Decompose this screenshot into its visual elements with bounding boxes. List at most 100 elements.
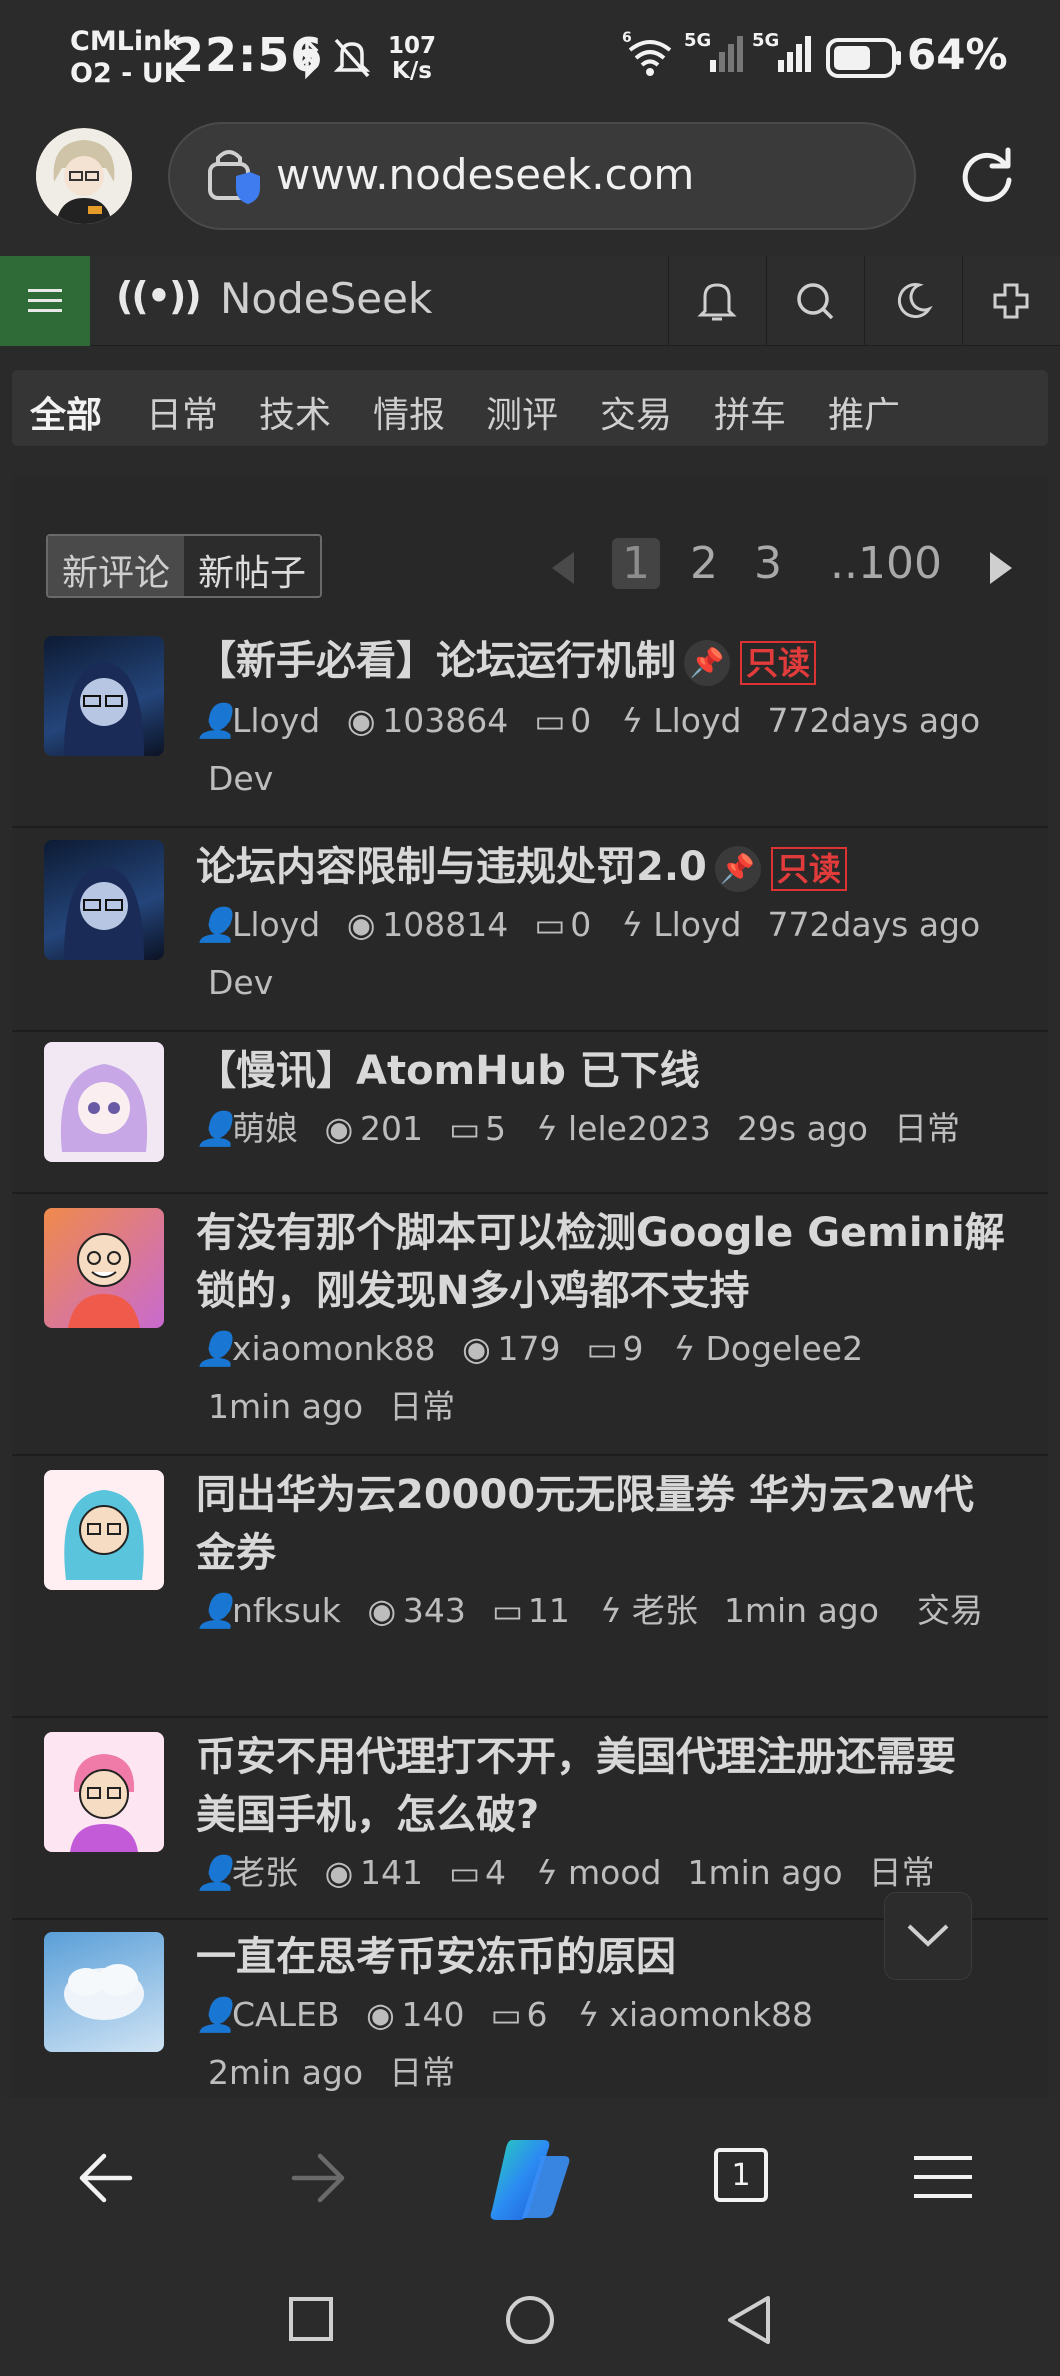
theme-toggle-button[interactable] bbox=[864, 256, 960, 346]
post-title[interactable]: 有没有那个脚本可以检测Google Gemini解 锁的，刚发现N多小鸡都不支持 bbox=[196, 1204, 1026, 1320]
eye-icon: ◉ bbox=[324, 1109, 354, 1148]
post-item[interactable]: 【新手必看】论坛运行机制 📌 只读 👤Lloyd ◉ 103864 ▭ 0 ϟ Lloyd 772… bbox=[12, 622, 1048, 828]
post-category[interactable]: Dev bbox=[208, 750, 273, 808]
next-page-icon[interactable] bbox=[986, 548, 1016, 588]
site-menu-button[interactable] bbox=[0, 256, 90, 346]
post-last-reply-name[interactable]: mood bbox=[568, 1853, 661, 1892]
post-author-name[interactable]: Lloyd bbox=[232, 701, 320, 740]
post-author-name[interactable]: CALEB bbox=[232, 1995, 340, 2034]
tabs-button[interactable]: 1 bbox=[714, 2148, 768, 2202]
signal-icon: 5G bbox=[684, 30, 743, 72]
post-item[interactable]: 论坛内容限制与违规处罚2.0 📌 只读 👤Lloyd ◉ 108814 ▭ 0 ϟ Lloyd 7… bbox=[12, 828, 1048, 1032]
post-author-name[interactable]: Lloyd bbox=[232, 905, 320, 944]
scroll-down-button[interactable] bbox=[884, 1892, 972, 1980]
post-author[interactable]: 👤nfksuk bbox=[196, 1582, 341, 1640]
url-text[interactable]: www.nodeseek.com bbox=[276, 150, 694, 199]
post-title-line-1[interactable]: 有没有那个脚本可以检测Google Gemini解 bbox=[196, 1204, 1026, 1262]
category-all[interactable]: 全部 bbox=[30, 386, 102, 438]
post-title[interactable]: 论坛内容限制与违规处罚2.0 📌 只读 bbox=[196, 838, 1026, 896]
post-last-reply-name[interactable]: xiaomonk88 bbox=[610, 1995, 813, 2034]
category-daily[interactable]: 日常 bbox=[146, 386, 218, 438]
post-author-name[interactable]: 老张 bbox=[232, 1853, 298, 1892]
post-last-reply[interactable]: ϟ mood bbox=[532, 1844, 661, 1902]
page-last[interactable]: ..100 bbox=[830, 538, 942, 589]
post-item[interactable]: 有没有那个脚本可以检测Google Gemini解 锁的，刚发现N多小鸡都不支持 … bbox=[12, 1194, 1048, 1456]
post-item[interactable]: 【慢讯】AtomHub 已下线 👤萌娘 ◉ 201 ▭ 5 ϟ lele2023 29s ag… bbox=[12, 1032, 1048, 1194]
post-avatar[interactable] bbox=[44, 1208, 164, 1328]
back-icon[interactable] bbox=[78, 2152, 134, 2204]
post-last-reply-name[interactable]: lele2023 bbox=[568, 1109, 711, 1148]
page-current[interactable]: 1 bbox=[612, 538, 660, 589]
post-item[interactable]: 币安不用代理打不开，美国代理注册还需要 美国手机，怎么破? 👤老张 ◉ 141 ▭ 4 ϟ m… bbox=[12, 1718, 1048, 1920]
prev-page-icon[interactable] bbox=[548, 548, 578, 588]
post-last-reply[interactable]: ϟ Lloyd bbox=[617, 896, 741, 954]
post-last-reply-name[interactable]: Dogelee2 bbox=[705, 1329, 863, 1368]
post-author[interactable]: 👤xiaomonk88 bbox=[196, 1320, 435, 1378]
post-avatar[interactable] bbox=[44, 1932, 164, 2052]
post-item[interactable]: 同出华为云20000元无限量券 华为云2w代 金券 👤nfksuk ◉ 343 ▭ 11 ϟ… bbox=[12, 1456, 1048, 1718]
circle-icon[interactable] bbox=[504, 2294, 556, 2346]
post-category[interactable]: 日常 bbox=[389, 2044, 455, 2102]
copilot-icon[interactable] bbox=[482, 2134, 578, 2224]
post-title-text[interactable]: 论坛内容限制与违规处罚2.0 bbox=[196, 844, 707, 890]
post-title[interactable]: 同出华为云20000元无限量券 华为云2w代 金券 bbox=[196, 1466, 1026, 1582]
comment-icon: ▭ bbox=[534, 701, 566, 740]
post-author[interactable]: 👤Lloyd bbox=[196, 896, 320, 954]
reload-icon[interactable] bbox=[956, 144, 1018, 206]
post-last-reply-name[interactable]: Lloyd bbox=[653, 905, 741, 944]
post-avatar[interactable] bbox=[44, 1042, 164, 1162]
post-title-text[interactable]: 【新手必看】论坛运行机制 bbox=[196, 638, 676, 684]
post-title-line-2[interactable]: 美国手机，怎么破? bbox=[196, 1786, 1026, 1844]
post-last-reply[interactable]: ϟ lele2023 bbox=[532, 1100, 711, 1158]
search-button[interactable] bbox=[766, 256, 862, 346]
post-last-reply[interactable]: ϟ Lloyd bbox=[617, 692, 741, 750]
site-logo-icon[interactable]: ((•)) bbox=[116, 274, 202, 318]
post-title-line-1[interactable]: 币安不用代理打不开，美国代理注册还需要 bbox=[196, 1728, 1026, 1786]
post-category[interactable]: Dev bbox=[208, 954, 273, 1012]
post-last-reply[interactable]: ϟ 老张 bbox=[596, 1582, 698, 1640]
user-icon: 👤 bbox=[196, 1591, 238, 1630]
category-trade[interactable]: 交易 bbox=[600, 386, 672, 438]
post-author[interactable]: 👤老张 bbox=[196, 1844, 298, 1902]
new-post-button[interactable] bbox=[962, 256, 1058, 346]
post-title-line-2[interactable]: 锁的，刚发现N多小鸡都不支持 bbox=[196, 1262, 1026, 1320]
forward-icon[interactable] bbox=[290, 2152, 346, 2204]
post-title-line-1[interactable]: 同出华为云20000元无限量券 华为云2w代 bbox=[196, 1466, 1026, 1524]
post-title-line-2[interactable]: 金券 bbox=[196, 1524, 1026, 1582]
sort-new-posts[interactable]: 新帖子 bbox=[184, 536, 321, 596]
post-category[interactable]: 日常 bbox=[894, 1100, 960, 1158]
category-info[interactable]: 情报 bbox=[373, 386, 445, 438]
category-tech[interactable]: 技术 bbox=[259, 386, 331, 438]
post-avatar[interactable] bbox=[44, 840, 164, 960]
post-author-name[interactable]: 萌娘 bbox=[232, 1109, 298, 1148]
post-category[interactable]: 日常 bbox=[389, 1378, 455, 1436]
menu-icon[interactable] bbox=[912, 2154, 974, 2200]
square-icon[interactable] bbox=[288, 2296, 334, 2342]
category-promo[interactable]: 推广 bbox=[828, 386, 900, 438]
post-author[interactable]: 👤萌娘 bbox=[196, 1100, 298, 1158]
post-title[interactable]: 币安不用代理打不开，美国代理注册还需要 美国手机，怎么破? bbox=[196, 1728, 1026, 1844]
post-avatar[interactable] bbox=[44, 1470, 164, 1590]
post-avatar[interactable] bbox=[44, 636, 164, 756]
site-logo-text[interactable]: NodeSeek bbox=[220, 274, 432, 323]
notifications-button[interactable] bbox=[668, 256, 764, 346]
post-author[interactable]: 👤Lloyd bbox=[196, 692, 320, 750]
triangle-back-icon[interactable] bbox=[726, 2294, 772, 2346]
category-carpool[interactable]: 拼车 bbox=[714, 386, 786, 438]
post-last-reply-name[interactable]: Lloyd bbox=[653, 701, 741, 740]
category-review[interactable]: 测评 bbox=[486, 386, 558, 438]
post-author-name[interactable]: nfksuk bbox=[232, 1591, 341, 1630]
post-title[interactable]: 【慢讯】AtomHub 已下线 bbox=[196, 1042, 1026, 1100]
sort-new-comments[interactable]: 新评论 bbox=[48, 536, 185, 596]
post-author[interactable]: 👤CALEB bbox=[196, 1986, 340, 2044]
post-avatar[interactable] bbox=[44, 1732, 164, 1852]
post-title[interactable]: 【新手必看】论坛运行机制 📌 只读 bbox=[196, 632, 1026, 690]
post-last-reply[interactable]: ϟ xiaomonk88 bbox=[574, 1986, 813, 2044]
post-last-reply[interactable]: ϟ Dogelee2 bbox=[669, 1320, 864, 1378]
page-3[interactable]: 3 bbox=[754, 538, 782, 589]
profile-avatar[interactable] bbox=[36, 128, 132, 224]
post-last-reply-name[interactable]: 老张 bbox=[632, 1591, 698, 1630]
post-category[interactable]: 交易 bbox=[917, 1582, 983, 1640]
post-author-name[interactable]: xiaomonk88 bbox=[232, 1329, 435, 1368]
page-2[interactable]: 2 bbox=[690, 538, 718, 589]
